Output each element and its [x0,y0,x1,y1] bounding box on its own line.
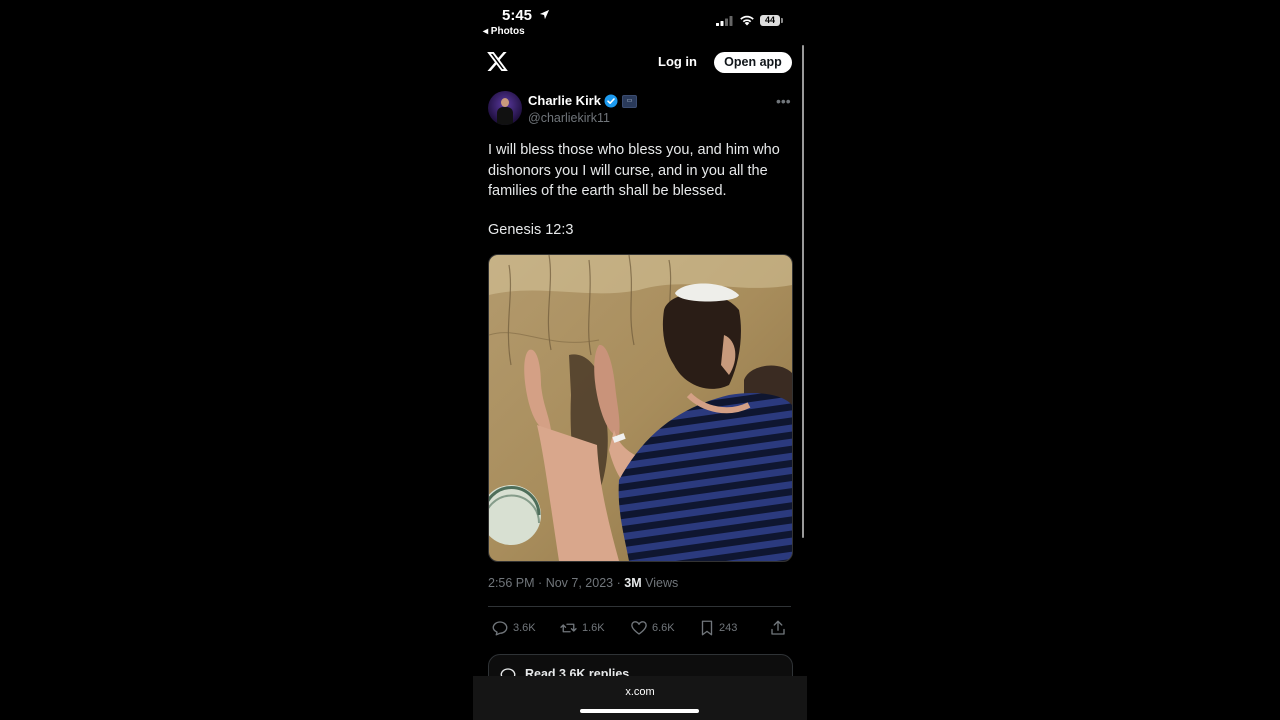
bookmark-icon [701,620,713,636]
tweet-text: I will bless those who bless you, and hi… [488,142,780,199]
share-button[interactable] [769,618,787,638]
phone-screen: 5:45 ◂ Photos 44 Log in Open app Charlie… [473,0,807,720]
login-link[interactable]: Log in [658,54,697,69]
affiliation-badge-icon: ▭ [622,95,637,108]
meta-separator: · [616,576,621,590]
tweet-reference: Genesis 12:3 [488,222,574,238]
address-domain[interactable]: x.com [473,686,807,698]
tweet-date[interactable]: Nov 7, 2023 [546,576,613,590]
views-count: 3M [624,576,642,590]
verified-badge-icon [604,94,618,108]
wifi-icon [740,15,754,26]
like-count: 6.6K [652,622,675,634]
location-arrow-icon [539,9,550,20]
reply-count: 3.6K [513,622,536,634]
share-icon [771,620,785,635]
battery-tip [781,18,783,23]
reply-icon [492,621,508,636]
divider [488,606,791,607]
bookmark-button[interactable]: 243 [699,618,737,638]
avatar[interactable] [488,91,522,125]
repost-icon [560,623,577,633]
meta-separator: · [538,576,543,590]
x-logo-icon[interactable] [487,52,508,71]
back-to-photos-link[interactable]: ◂ Photos [483,26,525,37]
author-handle[interactable]: @charliekirk11 [528,111,610,125]
scrollbar[interactable] [802,45,804,538]
status-time: 5:45 [502,7,533,24]
battery-indicator: 44 [760,15,780,26]
repost-count: 1.6K [582,622,605,634]
like-button[interactable]: 6.6K [630,618,675,638]
tweet-time[interactable]: 2:56 PM [488,576,535,590]
tweet-photo[interactable] [488,254,793,562]
open-app-button[interactable]: Open app [714,52,792,73]
tweet-meta: 2:56 PM · Nov 7, 2023 · 3M Views [488,576,678,590]
cellular-signal-icon [716,16,733,26]
reply-button[interactable]: 3.6K [491,618,536,638]
bookmark-count: 243 [719,622,738,634]
repost-button[interactable]: 1.6K [559,618,605,638]
heart-icon [631,621,647,635]
more-options-icon[interactable]: ••• [776,93,791,109]
prayer-wall-photo [489,255,792,561]
browser-bottom-bar: x.com [473,676,807,720]
home-indicator[interactable] [580,709,699,713]
author-name[interactable]: Charlie Kirk [528,93,601,108]
views-label: Views [645,576,679,590]
